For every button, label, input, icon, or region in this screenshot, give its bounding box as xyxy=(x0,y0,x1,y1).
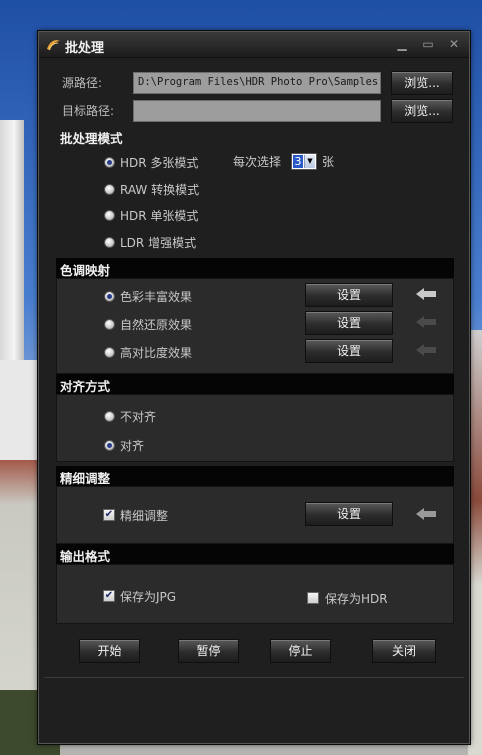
save-jpg-checkbox[interactable]: ✔ xyxy=(103,590,115,602)
tone-mapping-panel xyxy=(56,278,454,374)
restore-icon[interactable]: ▭ xyxy=(421,37,435,51)
fine-tune-checkbox[interactable]: ✔ xyxy=(103,509,115,521)
per-select-value: 3 xyxy=(293,155,303,168)
radio-ldr[interactable] xyxy=(104,237,115,248)
radio-raw-label: RAW 转换模式 xyxy=(120,183,200,197)
radio-raw[interactable] xyxy=(104,184,115,195)
radio-high-contrast-label: 高对比度效果 xyxy=(120,346,193,360)
target-browse-button[interactable]: 浏览... xyxy=(391,99,453,123)
radio-align-label: 对齐 xyxy=(120,439,145,453)
alignment-header: 对齐方式 xyxy=(56,374,454,394)
close-button[interactable]: 关闭 xyxy=(372,639,436,663)
arrow-left-icon xyxy=(416,288,436,300)
radio-hdr-single-label: HDR 单张模式 xyxy=(120,209,199,223)
batch-mode-title: 批处理模式 xyxy=(60,131,123,146)
radio-natural[interactable] xyxy=(104,319,115,330)
save-jpg-label: 保存为JPG xyxy=(120,590,177,604)
per-select-unit: 张 xyxy=(322,155,335,169)
window-title: 批处理 xyxy=(65,41,105,56)
radio-align[interactable] xyxy=(104,440,115,451)
target-path-field[interactable] xyxy=(133,100,381,122)
fine-tune-header: 精细调整 xyxy=(56,466,454,486)
radio-natural-label: 自然还原效果 xyxy=(120,318,193,332)
colorful-settings-button[interactable]: 设置 xyxy=(305,283,393,307)
arrow-left-icon xyxy=(416,344,436,356)
radio-hdr-multi[interactable] xyxy=(104,157,115,168)
chevron-down-icon[interactable]: ▼ xyxy=(304,155,315,168)
pause-button[interactable]: 暂停 xyxy=(178,639,239,663)
alignment-panel xyxy=(56,394,454,462)
source-browse-button[interactable]: 浏览... xyxy=(391,71,453,95)
natural-settings-button[interactable]: 设置 xyxy=(305,311,393,335)
target-path-label: 目标路径: xyxy=(62,104,115,118)
source-path-label: 源路径: xyxy=(62,76,103,90)
source-path-field[interactable]: D:\Program Files\HDR Photo Pro\Samples xyxy=(133,72,381,94)
high-contrast-settings-button[interactable]: 设置 xyxy=(305,339,393,363)
radio-colorful[interactable] xyxy=(104,291,115,302)
bottom-divider xyxy=(44,677,464,678)
radio-colorful-label: 色彩丰富效果 xyxy=(120,290,193,304)
output-header: 输出格式 xyxy=(56,544,454,564)
batch-process-dialog: 批处理 ▁ ▭ ✕ 源路径: D:\Program Files\HDR Phot… xyxy=(38,31,470,744)
stop-button[interactable]: 停止 xyxy=(270,639,331,663)
radio-no-align[interactable] xyxy=(104,411,115,422)
save-hdr-checkbox[interactable] xyxy=(307,592,319,604)
radio-hdr-multi-label: HDR 多张模式 xyxy=(120,156,199,170)
tone-mapping-header: 色调映射 xyxy=(56,258,454,278)
radio-high-contrast[interactable] xyxy=(104,347,115,358)
radio-ldr-label: LDR 增强模式 xyxy=(120,236,197,250)
fine-tune-panel xyxy=(56,486,454,544)
close-icon[interactable]: ✕ xyxy=(447,37,461,51)
per-select-dropdown[interactable]: 3 ▼ xyxy=(291,153,317,170)
minimize-icon[interactable]: ▁ xyxy=(395,37,409,51)
per-select-label: 每次选择 xyxy=(233,155,282,169)
arrow-left-icon xyxy=(416,316,436,328)
radio-no-align-label: 不对齐 xyxy=(120,410,157,424)
save-hdr-label: 保存为HDR xyxy=(325,592,388,606)
app-logo-icon xyxy=(47,40,60,51)
radio-hdr-single[interactable] xyxy=(104,210,115,221)
title-bar[interactable]: 批处理 ▁ ▭ ✕ xyxy=(39,32,469,58)
fine-tune-settings-button[interactable]: 设置 xyxy=(305,502,393,526)
output-panel xyxy=(56,564,454,624)
arrow-left-icon xyxy=(416,508,436,520)
fine-tune-label: 精细调整 xyxy=(120,509,169,523)
start-button[interactable]: 开始 xyxy=(79,639,140,663)
